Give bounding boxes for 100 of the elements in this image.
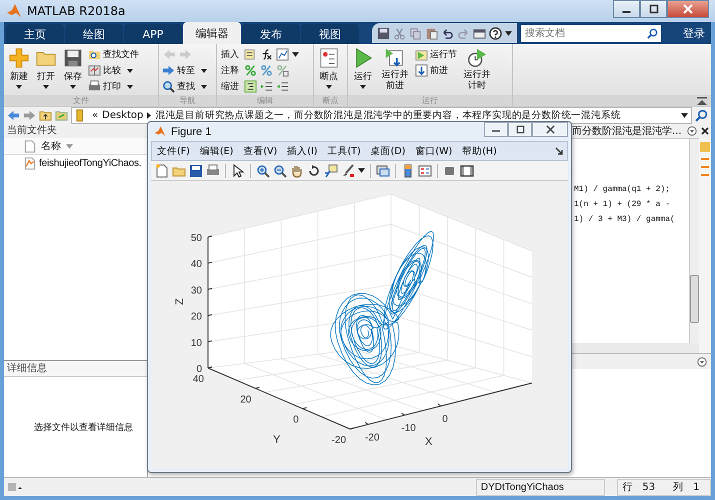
grip-icon[interactable] — [8, 482, 24, 492]
menu-item[interactable]: 桌面(D) — [366, 144, 410, 158]
pointer-icon[interactable] — [231, 164, 245, 178]
menu-item[interactable]: 工具(T) — [322, 144, 366, 158]
group-label: 编辑 — [217, 95, 313, 106]
help-icon[interactable] — [489, 26, 502, 40]
ribbon-tab[interactable]: 编辑器 — [183, 22, 241, 44]
close-button[interactable] — [532, 122, 568, 137]
data-cursor-icon[interactable] — [324, 164, 338, 178]
back-arrow-icon[interactable] — [7, 109, 20, 122]
details-message: 选择文件以查看详细信息 — [34, 422, 133, 434]
paste-icon[interactable] — [425, 26, 438, 40]
open-button[interactable]: 打开 — [33, 47, 59, 89]
close-button[interactable] — [667, 0, 709, 18]
comment-label: 注释 — [221, 64, 239, 77]
up-folder-icon[interactable] — [39, 109, 52, 122]
save-icon[interactable] — [189, 164, 203, 178]
breakpoints-button[interactable]: 断点 — [316, 47, 342, 89]
collapse-ribbon-icon[interactable] — [697, 96, 707, 106]
link-plot-icon[interactable] — [376, 164, 390, 178]
ribbon-tab[interactable]: 主页 — [6, 24, 64, 44]
run-button[interactable]: 运行 — [350, 47, 376, 89]
increase-indent-icon[interactable] — [260, 80, 273, 93]
chart-icon[interactable] — [276, 48, 289, 61]
minimize-button[interactable] — [484, 122, 508, 137]
maximize-button[interactable] — [640, 0, 667, 18]
indent-label: 缩进 — [221, 80, 239, 93]
maximize-button[interactable] — [508, 122, 532, 137]
save-button[interactable]: 保存 — [60, 47, 86, 89]
caret-icon[interactable] — [505, 30, 512, 36]
function-icon[interactable] — [260, 48, 273, 61]
ribbon-tab[interactable]: 发布 — [242, 24, 300, 44]
close-icon — [546, 125, 554, 134]
windows-icon[interactable] — [473, 26, 486, 40]
menu-item[interactable]: 窗口(W) — [410, 144, 458, 158]
menu-item[interactable]: 编辑(E) — [194, 144, 238, 158]
menu-item[interactable]: 文件(F) — [152, 144, 195, 158]
save-icon[interactable] — [377, 26, 390, 40]
caret-icon[interactable] — [681, 113, 688, 118]
axis-label: X — [425, 436, 432, 448]
search-icon[interactable] — [647, 28, 658, 38]
column-header[interactable]: 名称 — [41, 139, 61, 153]
dock-arrow-icon[interactable] — [555, 147, 563, 155]
run-and-advance-button[interactable]: 运行并前进 — [377, 47, 413, 92]
tick-label: -10 — [401, 423, 416, 434]
group-label: 导航 — [159, 95, 216, 106]
down-arrow-icon — [415, 64, 428, 77]
tick-label: -20 — [364, 432, 380, 444]
login-button[interactable]: 登录 — [677, 26, 711, 40]
menu-item[interactable]: 帮助(H) — [457, 144, 502, 158]
wrap-comments-icon[interactable] — [276, 64, 289, 77]
print-button[interactable]: 打印 — [87, 79, 140, 94]
caret-icon[interactable] — [292, 52, 299, 57]
minimize-button[interactable] — [613, 0, 640, 18]
editor-tab-title[interactable]: 而分数阶混沌是混沌学... — [572, 124, 682, 138]
code-line: M1) / gamma(q1 + 2); — [573, 185, 672, 194]
menu-item[interactable]: 查看(V) — [238, 144, 282, 158]
run-section-button[interactable]: 运行节 — [414, 47, 458, 62]
decrease-indent-icon[interactable] — [276, 80, 289, 93]
advance-button[interactable]: 前进 — [414, 63, 458, 78]
panel-menu-icon[interactable] — [697, 356, 707, 366]
code-line: 1(n + 1) + (29 * a - — [573, 200, 672, 209]
line-label: 行 — [622, 480, 632, 494]
insert-section-icon[interactable] — [244, 48, 257, 61]
hand-icon[interactable] — [290, 164, 304, 178]
file-item[interactable]: feishujieofTongYiChaos. — [39, 158, 142, 168]
ribbon-tab[interactable]: 绘图 — [65, 24, 123, 44]
search-icon[interactable] — [695, 109, 708, 122]
undo-icon[interactable] — [441, 26, 454, 40]
find-files-button[interactable]: 查找文件 — [87, 47, 140, 62]
legend-icon[interactable] — [418, 164, 432, 178]
code-line: 1) / 3 + M3) / gamma( — [573, 215, 676, 224]
sort-caret-icon[interactable] — [66, 144, 73, 148]
new-button[interactable]: 新建 — [6, 47, 32, 89]
column-label: 列 — [673, 480, 684, 494]
brush-icon[interactable] — [341, 164, 355, 178]
zoom-in-icon[interactable] — [256, 164, 270, 178]
show-plot-tools-icon[interactable] — [460, 164, 474, 178]
find-button[interactable]: 查找 — [161, 79, 208, 94]
run-and-time-button[interactable]: 运行并计时 — [459, 47, 495, 92]
code-editor[interactable]: M1) / gamma(q1 + 2); 1(n + 1) + (29 * a - 1) / 3 + M3) / gamma( — [572, 138, 699, 353]
ribbon-tab[interactable]: 视图 — [301, 24, 359, 44]
compare-button[interactable]: 比较 — [87, 63, 140, 78]
rotate-icon[interactable] — [307, 164, 321, 178]
zoom-out-icon[interactable] — [273, 164, 287, 178]
ribbon-tab[interactable]: APP — [124, 24, 182, 44]
minimize-icon — [622, 11, 631, 13]
new-figure-icon[interactable] — [155, 164, 169, 178]
search-field[interactable]: 搜索文档 — [521, 24, 661, 42]
menu-item[interactable]: 插入(I) — [282, 144, 322, 158]
run-advance-icon — [384, 47, 406, 69]
maximize-icon — [648, 4, 658, 14]
scrollbar[interactable] — [689, 139, 699, 343]
matlab-logo-icon — [6, 3, 22, 19]
panel-menu-icon[interactable] — [686, 126, 697, 136]
print-icon[interactable] — [206, 164, 220, 178]
go-to-button[interactable]: 转至 — [161, 63, 208, 78]
caret-icon[interactable] — [358, 168, 365, 173]
close-icon[interactable] — [700, 126, 710, 136]
smart-indent-icon[interactable] — [244, 80, 257, 93]
